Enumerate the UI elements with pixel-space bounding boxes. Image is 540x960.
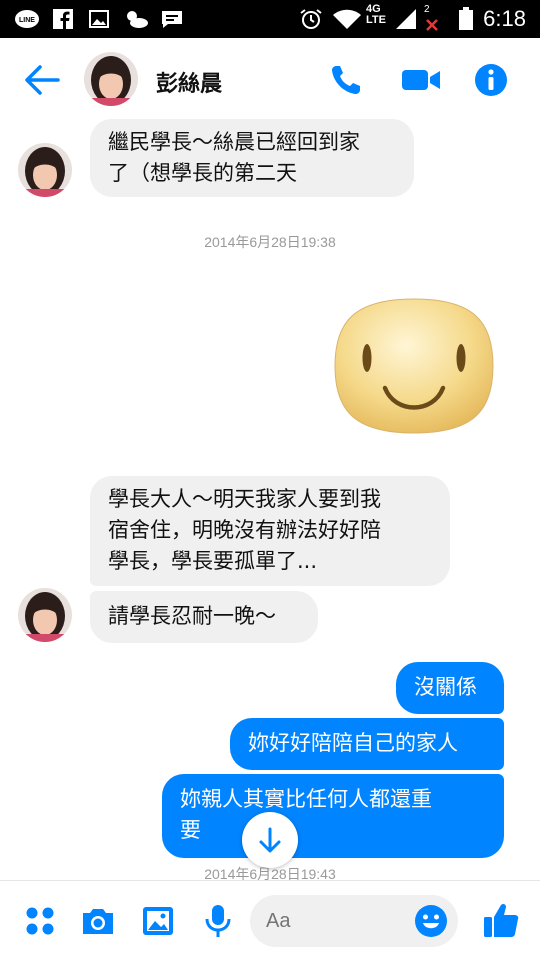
emoji-icon[interactable] [414, 904, 448, 938]
message-text-line: 學長大人～明天我家人要到我 [108, 487, 381, 511]
message-bubble-outgoing[interactable]: 妳親人其實比任何人都還重 要 [162, 774, 504, 858]
message-text-line: 繼民學長～絲晨已經回到家 [108, 130, 360, 154]
status-bar: LINE 4G LTE 2 6:18 [0, 0, 540, 38]
contact-name[interactable]: 彭絲晨 [156, 66, 222, 98]
message-timestamp: 2014年6月28日19:38 [204, 234, 336, 250]
no-signal-x-icon [426, 19, 438, 31]
battery-icon [459, 7, 473, 30]
message-text-line: 要 [180, 818, 201, 842]
scroll-to-bottom-button[interactable] [242, 812, 298, 868]
thumbs-up-icon[interactable] [482, 901, 520, 939]
message-text-line: 了（想學長的第二天 [108, 161, 297, 185]
network-type: 4G LTE [366, 3, 386, 26]
arrow-down-icon [259, 827, 281, 853]
weather-icon [127, 11, 148, 28]
back-arrow-icon[interactable] [22, 62, 62, 98]
conversation-header: 彭絲晨 [0, 38, 540, 120]
sender-avatar[interactable] [18, 588, 72, 642]
svg-text:LINE: LINE [19, 17, 35, 24]
sender-avatar[interactable] [18, 143, 72, 197]
signal-icon [396, 9, 416, 29]
message-input[interactable] [266, 895, 416, 947]
line-app-icon: LINE [15, 10, 39, 28]
message-bubble-outgoing[interactable]: 妳好好陪陪自己的家人 [230, 718, 504, 770]
message-text-line: 請學長忍耐一晚～ [108, 604, 276, 628]
clock: 6:18 [483, 6, 526, 31]
smiley-sticker[interactable] [333, 296, 495, 436]
gallery-icon[interactable] [140, 903, 176, 939]
camera-icon[interactable] [80, 903, 116, 939]
message-composer [0, 880, 540, 960]
more-apps-icon[interactable] [22, 903, 58, 939]
message-text-line: 宿舍住，明晚沒有辦法好好陪 [108, 518, 381, 542]
message-input-container[interactable] [250, 895, 458, 947]
facebook-icon [53, 9, 73, 29]
message-text-line: 妳親人其實比任何人都還重 [180, 787, 432, 811]
alarm-icon [300, 9, 322, 29]
message-text-line: 妳好好陪陪自己的家人 [248, 731, 458, 755]
message-notification-icon [162, 11, 182, 28]
video-call-icon[interactable] [400, 62, 442, 98]
wifi-icon [333, 9, 361, 29]
contact-avatar[interactable] [84, 52, 138, 106]
message-bubble-incoming[interactable]: 請學長忍耐一晚～ [90, 591, 318, 643]
message-text-line: 學長，學長要孤單了... [108, 549, 318, 573]
message-text-line: 沒關係 [414, 675, 477, 699]
message-bubble-incoming[interactable]: 繼民學長～絲晨已經回到家 了（想學長的第二天 [90, 119, 414, 197]
message-bubble-incoming[interactable]: 學長大人～明天我家人要到我 宿舍住，明晚沒有辦法好好陪 學長，學長要孤單了... [90, 476, 450, 586]
phone-call-icon[interactable] [328, 62, 366, 98]
gallery-notification-icon [89, 10, 109, 28]
microphone-icon[interactable] [200, 903, 236, 939]
info-icon[interactable] [472, 62, 510, 98]
message-bubble-outgoing[interactable]: 沒關係 [396, 662, 504, 714]
